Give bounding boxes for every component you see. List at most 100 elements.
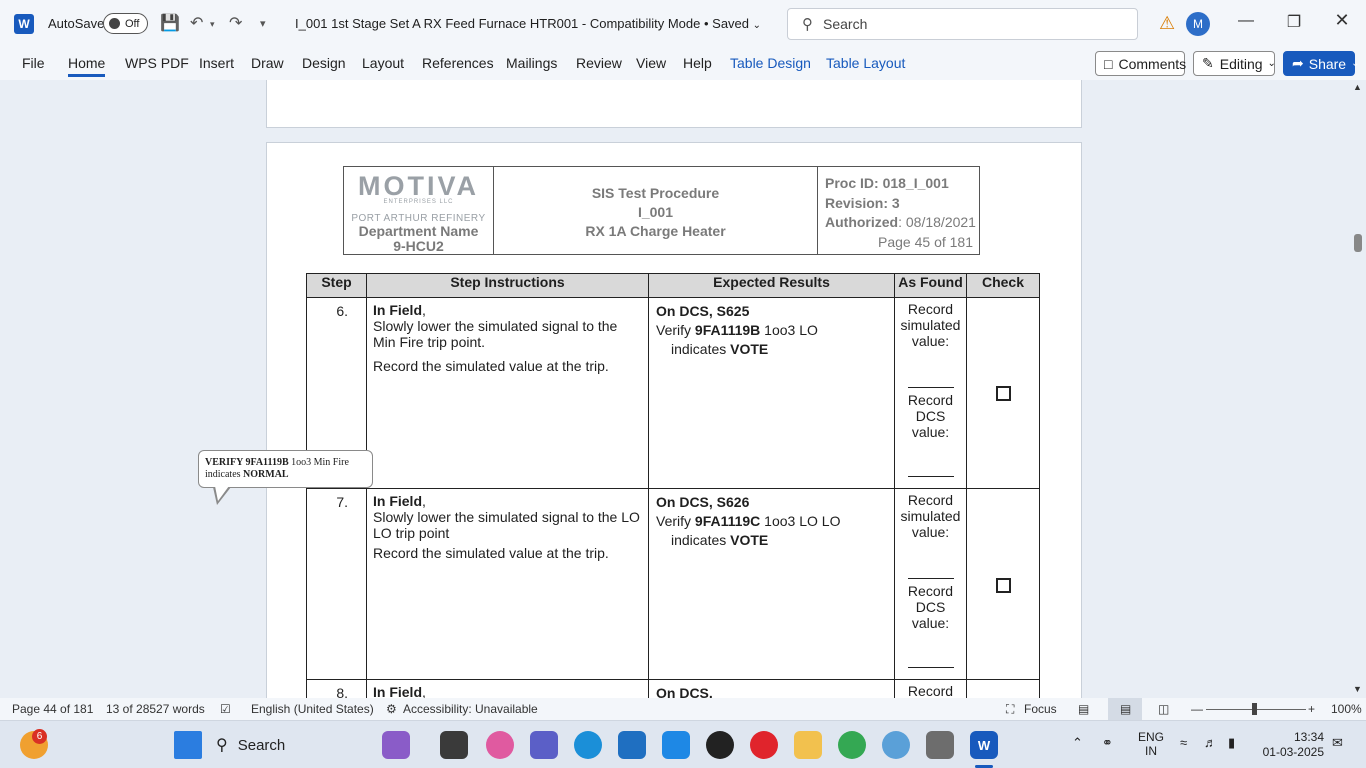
- scroll-up-icon[interactable]: ▲: [1353, 82, 1362, 92]
- notification-icon[interactable]: ✉: [1332, 735, 1343, 751]
- table-row[interactable]: 6. In Field, Slowly lower the simulated …: [306, 297, 1040, 489]
- chrome-icon[interactable]: [838, 731, 866, 759]
- comments-button[interactable]: □ Comments: [1095, 51, 1186, 76]
- print-layout-icon[interactable]: ▤: [1108, 698, 1142, 720]
- header-check: Check: [966, 273, 1040, 298]
- teams-icon[interactable]: [530, 731, 558, 759]
- copilot-app-icon[interactable]: [382, 731, 410, 759]
- tab-table-layout[interactable]: Table Layout: [826, 55, 905, 71]
- task-view-icon[interactable]: [440, 731, 468, 759]
- record-simulated-line[interactable]: [907, 387, 954, 388]
- accessibility-icon: ⚙: [386, 702, 397, 716]
- minimize-icon[interactable]: —: [1236, 12, 1256, 30]
- scroll-down-icon[interactable]: ▼: [1353, 684, 1362, 694]
- search-input[interactable]: ⚲ Search: [787, 8, 1138, 40]
- proofing-icon[interactable]: ☑: [220, 702, 231, 716]
- taskbar-search[interactable]: ⚲ Search: [216, 730, 366, 760]
- wifi-icon[interactable]: ≈: [1180, 735, 1187, 750]
- save-icon[interactable]: 💾: [160, 13, 180, 33]
- tab-draw[interactable]: Draw: [251, 55, 284, 71]
- expected-results[interactable]: On DCS, S625 Verify 9FA1119B 1oo3 LO ind…: [648, 297, 895, 489]
- maximize-icon[interactable]: ❐: [1284, 12, 1304, 32]
- battery-icon[interactable]: ▮: [1228, 735, 1235, 751]
- dell-icon[interactable]: [706, 731, 734, 759]
- share-button[interactable]: ➦ Share ⌄: [1283, 51, 1359, 76]
- language-indicator[interactable]: ENG IN: [1138, 730, 1164, 758]
- close-icon[interactable]: ✕: [1332, 10, 1352, 31]
- expected-results[interactable]: On DCS, S626 Verify 9FA1119C 1oo3 LO LO …: [648, 488, 895, 680]
- procedure-code: I_001: [637, 204, 674, 220]
- language[interactable]: English (United States): [251, 702, 374, 716]
- accessibility-status[interactable]: Accessibility: Unavailable: [403, 702, 538, 716]
- network-sync-icon[interactable]: ⚭: [1102, 735, 1113, 751]
- zoom-out-icon[interactable]: —: [1191, 702, 1203, 716]
- undo-dropdown-icon[interactable]: ▾: [210, 19, 215, 30]
- word-taskbar-icon[interactable]: W: [970, 731, 998, 759]
- tab-layout[interactable]: Layout: [362, 55, 404, 71]
- copilot-icon[interactable]: [486, 731, 514, 759]
- record-dcs-label: Record DCS value:: [907, 583, 954, 631]
- power-automate-icon[interactable]: [662, 731, 690, 759]
- step-instructions[interactable]: In Field, Slowly lower the simulated sig…: [366, 488, 649, 680]
- redo-icon[interactable]: ↷: [229, 13, 242, 33]
- tab-design[interactable]: Design: [302, 55, 346, 71]
- windows-start-icon[interactable]: [174, 731, 202, 759]
- tab-view[interactable]: View: [636, 55, 666, 71]
- checkbox-icon[interactable]: [996, 386, 1011, 401]
- tab-mailings[interactable]: Mailings: [506, 55, 557, 71]
- tab-home[interactable]: Home: [68, 55, 106, 77]
- procedure-title: SIS Test Procedure: [591, 185, 720, 201]
- avatar[interactable]: M: [1186, 12, 1210, 36]
- page-count[interactable]: Page 44 of 181: [12, 702, 93, 716]
- editing-mode-button[interactable]: ✎ Editing ⌄: [1193, 51, 1276, 76]
- web-layout-icon[interactable]: ◫: [1158, 702, 1169, 716]
- tab-insert[interactable]: Insert: [199, 55, 234, 71]
- record-simulated-line[interactable]: [907, 578, 954, 579]
- document-title[interactable]: I_001 1st Stage Set A RX Feed Furnace HT…: [295, 16, 761, 31]
- tab-references[interactable]: References: [422, 55, 494, 71]
- scrollbar-thumb[interactable]: [1354, 234, 1362, 252]
- tab-table-design[interactable]: Table Design: [730, 55, 811, 71]
- as-found-cell[interactable]: Record simulated value: Record DCS value…: [894, 488, 967, 680]
- volume-icon[interactable]: ♬: [1204, 735, 1217, 750]
- zoom-in-icon[interactable]: +: [1308, 702, 1315, 716]
- record-dcs-line[interactable]: [907, 476, 954, 477]
- zoom-slider-handle[interactable]: [1252, 703, 1257, 715]
- store-icon[interactable]: [618, 731, 646, 759]
- tab-help[interactable]: Help: [683, 55, 712, 71]
- record-dcs-line[interactable]: [907, 667, 954, 668]
- customize-toolbar-icon[interactable]: ▾: [260, 17, 266, 30]
- zoom-level[interactable]: 100%: [1331, 702, 1362, 716]
- chevron-down-icon: ⌄: [1267, 58, 1276, 69]
- chevron-up-icon[interactable]: ⌃: [1072, 735, 1083, 751]
- step-instructions[interactable]: In Field,: [366, 679, 649, 698]
- app-icon-2[interactable]: [926, 731, 954, 759]
- read-mode-icon[interactable]: ▤: [1078, 702, 1089, 716]
- focus-button[interactable]: Focus: [1024, 702, 1057, 716]
- step-instructions[interactable]: In Field, Slowly lower the simulated sig…: [366, 297, 649, 489]
- app-icon[interactable]: [882, 731, 910, 759]
- file-explorer-icon[interactable]: [794, 731, 822, 759]
- indicates-text: indicates: [671, 341, 731, 357]
- as-found-cell[interactable]: Record simulated value: Record DCS value…: [894, 297, 967, 489]
- edge-icon[interactable]: [574, 731, 602, 759]
- clock[interactable]: 13:34 01-03-2025: [1258, 730, 1324, 760]
- checkbox-icon[interactable]: [996, 578, 1011, 593]
- as-found-cell[interactable]: Record: [894, 679, 967, 698]
- tab-wps-pdf[interactable]: WPS PDF: [125, 55, 189, 71]
- tab-file[interactable]: File: [22, 55, 45, 71]
- word-count[interactable]: 13 of 28527 words: [106, 702, 205, 716]
- document-canvas[interactable]: MOTIVA ENTERPRISES LLC PORT ARTHUR REFIN…: [0, 80, 1350, 698]
- undo-icon[interactable]: ↶: [190, 13, 203, 33]
- table-row[interactable]: 8. In Field, On DCS, Record: [306, 679, 1040, 698]
- expected-results[interactable]: On DCS,: [648, 679, 895, 698]
- warning-icon[interactable]: ⚠: [1159, 13, 1175, 34]
- autosave-toggle[interactable]: Off: [103, 13, 148, 34]
- instruction-text: Slowly lower the simulated signal to the…: [373, 318, 618, 350]
- table-row[interactable]: 7. In Field, Slowly lower the simulated …: [306, 488, 1040, 680]
- check-cell: [966, 297, 1040, 489]
- opera-icon[interactable]: [750, 731, 778, 759]
- tab-review[interactable]: Review: [576, 55, 622, 71]
- vertical-scrollbar[interactable]: ▲ ▼: [1350, 80, 1366, 698]
- comment-balloon[interactable]: VERIFY 9FA1119B 1oo3 Min Fire indicates …: [198, 450, 373, 488]
